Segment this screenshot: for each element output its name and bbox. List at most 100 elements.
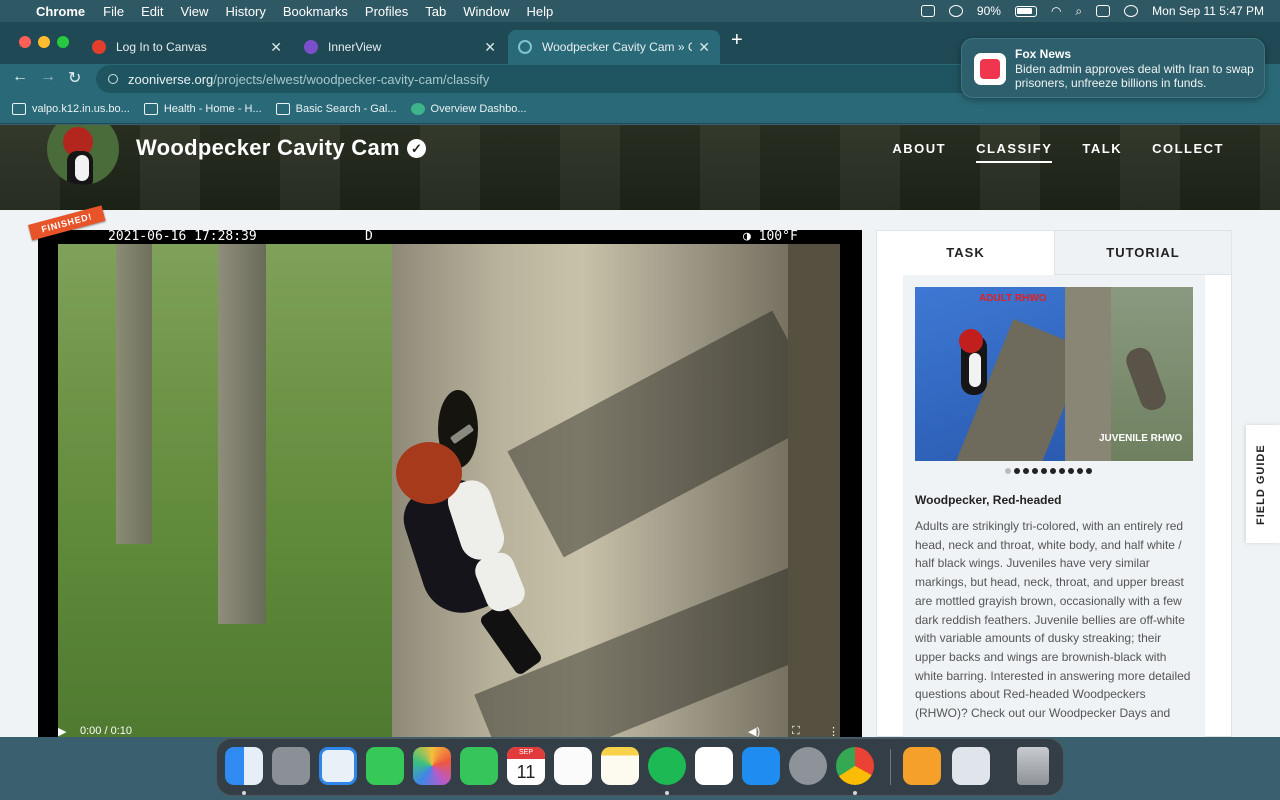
shield-icon [410, 102, 425, 115]
nav-about[interactable]: ABOUT [892, 141, 946, 163]
menu-profiles[interactable]: Profiles [365, 4, 408, 19]
bookmark-health[interactable]: Health - Home - H... [143, 102, 262, 115]
reload-icon[interactable]: ↻ [68, 68, 81, 88]
address-bar[interactable]: zooniverse.org/projects/elwest/woodpecke… [96, 65, 996, 93]
project-avatar[interactable] [47, 125, 119, 185]
safari-icon[interactable] [319, 747, 357, 785]
slide-dot[interactable] [1059, 468, 1065, 474]
project-title[interactable]: Woodpecker Cavity Cam [136, 135, 400, 161]
close-tab-icon[interactable]: ✕ [698, 39, 710, 56]
home-icon[interactable] [903, 747, 941, 785]
reminders-icon[interactable] [554, 747, 592, 785]
url-domain: zooniverse.org [128, 71, 214, 87]
finder-icon[interactable] [225, 747, 263, 785]
close-window-button[interactable] [19, 36, 31, 48]
screen-mirroring-icon[interactable] [920, 5, 935, 17]
spotify-icon[interactable] [648, 747, 686, 785]
canvas-favicon-icon [92, 40, 106, 54]
bookmark-overview-dashboard[interactable]: Overview Dashbo... [410, 102, 527, 115]
siri-icon[interactable] [1124, 5, 1139, 17]
menu-history[interactable]: History [225, 4, 265, 19]
wifi-icon[interactable]: ◠ [1051, 4, 1061, 18]
slide-dot[interactable] [1005, 468, 1011, 474]
video-time: 0:00 / 0:10 [80, 725, 132, 737]
search-icon[interactable]: ⌕ [1075, 4, 1082, 19]
slide-dot[interactable] [1032, 468, 1038, 474]
menu-view[interactable]: View [180, 4, 208, 19]
notification-title: Fox News [1015, 47, 1072, 61]
notes-icon[interactable] [601, 747, 639, 785]
tab-woodpecker[interactable]: Woodpecker Cavity Cam » Cla ✕ [508, 30, 720, 64]
app-menu[interactable]: Chrome [36, 4, 85, 19]
chrome-icon[interactable] [836, 747, 874, 785]
play-status-icon[interactable] [948, 5, 963, 17]
minimize-window-button[interactable] [38, 36, 50, 48]
calendar-icon[interactable]: SEP 11 [507, 747, 545, 785]
zoom-window-button[interactable] [57, 36, 69, 48]
site-info-icon[interactable] [108, 74, 118, 84]
messages-icon[interactable] [366, 747, 404, 785]
slide-dot[interactable] [1023, 468, 1029, 474]
tab-tutorial[interactable]: TUTORIAL [1054, 231, 1231, 275]
menu-help[interactable]: Help [527, 4, 554, 19]
preview-icon[interactable] [952, 747, 990, 785]
nav-collect[interactable]: COLLECT [1152, 141, 1224, 163]
slide-dot[interactable] [1014, 468, 1020, 474]
battery-percent: 90% [976, 4, 1001, 18]
slide-dot[interactable] [1041, 468, 1047, 474]
camera-timestamp: 2021-06-16 17:28:39 D ◑ 100°F [38, 230, 862, 244]
close-tab-icon[interactable]: ✕ [270, 39, 282, 56]
menu-file[interactable]: File [103, 4, 124, 19]
battery-icon[interactable] [1014, 5, 1037, 17]
slide-dots [1005, 468, 1092, 474]
close-tab-icon[interactable]: ✕ [484, 39, 496, 56]
new-tab-button[interactable]: + [731, 29, 743, 52]
timestamp-date: 2021-06-16 17:28:39 [108, 230, 257, 244]
photos-icon[interactable] [413, 747, 451, 785]
volume-icon[interactable]: ◀) [748, 725, 760, 737]
panel-tabs: TASK TUTORIAL [877, 231, 1231, 275]
species-image: ADULT RHWO JUVENILE RHWO [915, 287, 1193, 461]
play-icon[interactable]: ▶ [58, 725, 66, 737]
more-options-icon[interactable]: ⋮ [828, 725, 839, 737]
slide-dot[interactable] [1077, 468, 1083, 474]
tab-task[interactable]: TASK [877, 231, 1054, 275]
facetime-icon[interactable] [460, 747, 498, 785]
species-description: Adults are strikingly tri-colored, with … [915, 519, 1191, 721]
checkbox-icon [143, 102, 158, 115]
bookmark-basic-search[interactable]: Basic Search - Gal... [275, 102, 397, 115]
menu-tab[interactable]: Tab [425, 4, 446, 19]
trash-icon[interactable] [1017, 747, 1049, 785]
launchpad-icon[interactable] [272, 747, 310, 785]
bookmarks-bar: valpo.k12.in.us.bo... Health - Home - H.… [0, 94, 1280, 124]
app-store-icon[interactable] [742, 747, 780, 785]
innerview-favicon-icon [304, 40, 318, 54]
field-guide-button[interactable]: FIELD GUIDE [1246, 425, 1280, 543]
nav-classify[interactable]: CLASSIFY [976, 141, 1053, 163]
menu-edit[interactable]: Edit [141, 4, 163, 19]
zooniverse-favicon-icon [518, 40, 532, 54]
slide-dot[interactable] [1086, 468, 1092, 474]
nav-talk[interactable]: TALK [1082, 141, 1122, 163]
forward-arrow-icon[interactable]: → [40, 68, 56, 86]
slide-dot[interactable] [1050, 468, 1056, 474]
slide-dot[interactable] [1068, 468, 1074, 474]
menu-clock[interactable]: Mon Sep 11 5:47 PM [1152, 4, 1264, 18]
menu-bookmarks[interactable]: Bookmarks [283, 4, 348, 19]
control-center-icon[interactable] [1096, 5, 1111, 17]
tab-canvas[interactable]: Log In to Canvas ✕ [82, 30, 292, 64]
bookmark-valpo[interactable]: valpo.k12.in.us.bo... [12, 102, 130, 115]
fullscreen-icon[interactable]: ⛶ [792, 725, 800, 737]
menu-window[interactable]: Window [463, 4, 509, 19]
system-settings-icon[interactable] [789, 747, 827, 785]
news-notification[interactable]: Fox News Biden admin approves deal with … [961, 38, 1265, 98]
dock-separator [890, 749, 891, 785]
zooniverse-page: Woodpecker Cavity Cam ✓ ABOUT CLASSIFY T… [0, 125, 1280, 737]
subject-video[interactable]: 2021-06-16 17:28:39 D ◑ 100°F ▶ 0:00 / 0… [38, 230, 862, 737]
tab-innerview[interactable]: InnerView ✕ [294, 30, 506, 64]
verified-check-icon: ✓ [407, 139, 426, 158]
back-arrow-icon[interactable]: ← [12, 68, 28, 86]
news-app-icon [974, 53, 1006, 85]
gale-icon [275, 102, 290, 115]
news-icon[interactable] [695, 747, 733, 785]
